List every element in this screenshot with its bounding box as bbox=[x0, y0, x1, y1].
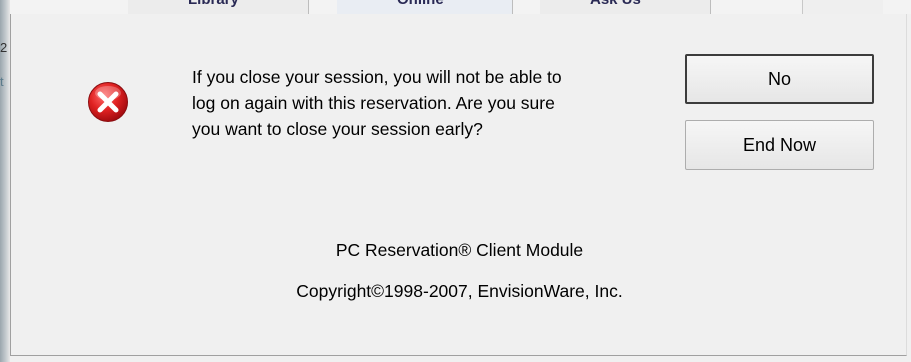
background-tile-online: Online bbox=[337, 0, 513, 14]
background-tile-label: Ask Us bbox=[590, 0, 641, 8]
dialog-message: If you close your session, you will not … bbox=[192, 67, 562, 139]
background-app-strip: Library Online Ask Us bbox=[0, 0, 911, 14]
background-tile-ask-us: Ask Us bbox=[540, 0, 711, 14]
background-glyph: t bbox=[0, 74, 4, 89]
end-now-button[interactable]: End Now bbox=[685, 120, 874, 170]
background-left-edge: 2 t bbox=[0, 0, 10, 362]
background-tile-label: Library bbox=[188, 0, 239, 8]
copyright-text: Copyright©1998-2007, EnvisionWare, Inc. bbox=[296, 281, 623, 301]
no-button[interactable]: No bbox=[685, 54, 874, 104]
error-icon bbox=[88, 82, 128, 122]
background-tile-library: Library bbox=[128, 0, 309, 14]
close-session-dialog: If you close your session, you will not … bbox=[10, 14, 907, 356]
background-tile-blank bbox=[802, 0, 883, 14]
product-name: PC Reservation® Client Module bbox=[335, 240, 584, 260]
background-glyph: 2 bbox=[0, 40, 8, 55]
background-tile-label: Online bbox=[397, 0, 444, 8]
